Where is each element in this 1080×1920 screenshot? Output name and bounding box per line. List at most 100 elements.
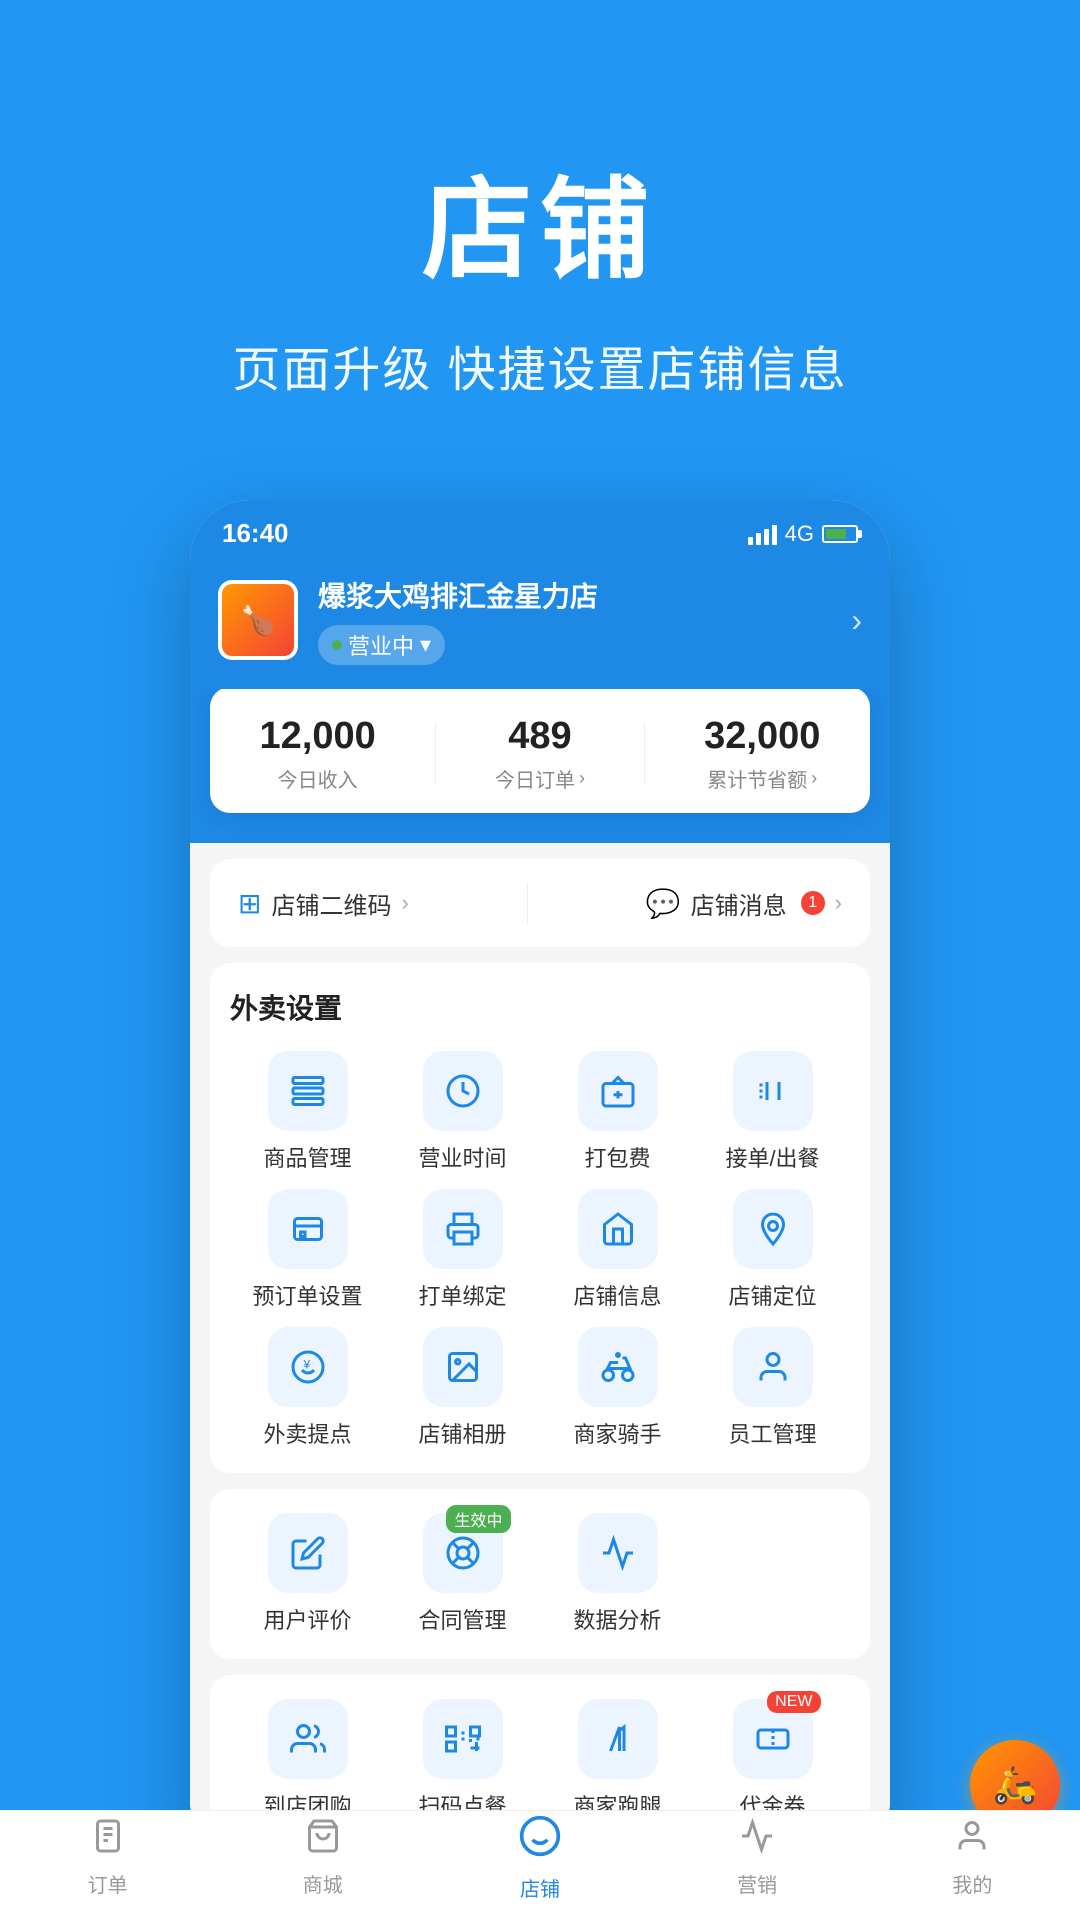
phone-frame: 16:40 4G 🍗 爆浆大鸡排汇金星力店 [190, 500, 890, 1861]
svg-text:¥: ¥ [302, 1358, 310, 1372]
order-accept-icon [733, 1051, 813, 1131]
hours-icon [423, 1051, 503, 1131]
takeaway-section-title: 外卖设置 [230, 987, 850, 1027]
quick-divider [527, 883, 528, 923]
status-time: 16:40 [222, 518, 289, 549]
grid-item-album[interactable]: 店铺相册 [385, 1327, 540, 1449]
status-bar: 16:40 4G [190, 500, 890, 559]
quick-links: ⊞ 店铺二维码 › 💬 店铺消息 1 › [210, 859, 870, 947]
stat-savings-label: 累计节省额 › [704, 764, 820, 793]
qrcode-arrow-icon: › [401, 890, 408, 916]
store-chevron-icon[interactable]: › [851, 602, 862, 639]
coupon-badge: NEW [767, 1691, 820, 1713]
takeaway-section: 外卖设置 商品管理 [210, 963, 870, 1473]
scan-icon [423, 1699, 503, 1779]
contract-icon: 生效中 [423, 1513, 503, 1593]
grid-item-packing[interactable]: 打包费 [540, 1051, 695, 1173]
grid-item-coupon[interactable]: NEW 代金券 [695, 1699, 850, 1821]
rider-label: 商家骑手 [573, 1417, 661, 1449]
grid-item-review[interactable]: 用户评价 [230, 1513, 385, 1635]
contract-badge: 生效中 [446, 1505, 510, 1533]
hero-section: 店铺 页面升级 快捷设置店铺信息 [0, 0, 1080, 460]
print-label: 打单绑定 [418, 1279, 506, 1311]
coupon-icon: NEW [733, 1699, 813, 1779]
stat-savings-value: 32,000 [704, 715, 820, 758]
takeaway-grid: 商品管理 营业时间 [230, 1051, 850, 1449]
stat-income-label: 今日收入 [260, 764, 376, 793]
store-status-label: 营业中 [348, 629, 414, 661]
grid-item-groupbuy[interactable]: 到店团购 [230, 1699, 385, 1821]
product-label: 商品管理 [263, 1141, 351, 1173]
grid-item-storeinfo[interactable]: 店铺信息 [540, 1189, 695, 1311]
stat-divider-1 [435, 723, 436, 785]
shop-tab-icon [305, 1818, 341, 1862]
tab-store[interactable]: 店铺 [518, 1814, 562, 1862]
store-logo: 🍗 [218, 580, 298, 660]
phone-content: 12,000 今日收入 489 今日订单 › 32,000 [190, 689, 890, 1861]
store-name: 爆浆大鸡排汇金星力店 [318, 575, 831, 615]
management-grid: 用户评价 生效中 合同管理 [230, 1513, 850, 1635]
signal-icon [748, 523, 777, 545]
grid-item-location[interactable]: 店铺定位 [695, 1189, 850, 1311]
analytics-icon [578, 1513, 658, 1593]
tip-icon: ¥ [268, 1327, 348, 1407]
battery-fill [826, 529, 846, 539]
grid-item-staff[interactable]: 员工管理 [695, 1327, 850, 1449]
product-icon [268, 1051, 348, 1131]
status-dot [332, 640, 342, 650]
qrcode-icon: ⊞ [238, 887, 261, 920]
grid-item-rider[interactable]: 商家骑手 [540, 1327, 695, 1449]
hours-label: 营业时间 [418, 1141, 506, 1173]
rider-icon [578, 1327, 658, 1407]
grid-item-errand[interactable]: 商家跑腿 [540, 1699, 695, 1821]
store-header: 🍗 爆浆大鸡排汇金星力店 营业中 ▾ › [190, 559, 890, 689]
chevron-down-icon: ▾ [420, 632, 431, 658]
grid-item-product[interactable]: 商品管理 [230, 1051, 385, 1173]
stat-orders-value: 489 [495, 715, 585, 758]
store-tab-icon [518, 1814, 562, 1862]
grid-item-print[interactable]: 打单绑定 [385, 1189, 540, 1311]
print-icon [423, 1189, 503, 1269]
review-label: 用户评价 [263, 1603, 351, 1635]
storeinfo-label: 店铺信息 [573, 1279, 661, 1311]
tab-marketing[interactable]: 营销 [737, 1818, 777, 1862]
errand-icon [578, 1699, 658, 1779]
stat-total-savings[interactable]: 32,000 累计节省额 › [704, 715, 820, 793]
stat-orders-label: 今日订单 › [495, 764, 585, 793]
grid-item-preorder[interactable]: 预订单设置 [230, 1189, 385, 1311]
stat-divider-2 [644, 723, 645, 785]
store-status-badge[interactable]: 营业中 ▾ [318, 625, 445, 665]
message-link[interactable]: 💬 店铺消息 1 › [646, 886, 842, 921]
stat-income-value: 12,000 [260, 715, 376, 758]
message-arrow-icon: › [835, 890, 842, 916]
grid-item-analytics[interactable]: 数据分析 [540, 1513, 695, 1635]
store-info: 爆浆大鸡排汇金星力店 营业中 ▾ [318, 575, 831, 665]
staff-icon [733, 1327, 813, 1407]
tab-bar: 订单 商城 店铺 [190, 1810, 890, 1861]
contract-label: 合同管理 [418, 1603, 506, 1635]
grid-item-hours[interactable]: 营业时间 [385, 1051, 540, 1173]
stat-daily-orders[interactable]: 489 今日订单 › [495, 715, 585, 793]
marketing-tab-icon [739, 1818, 775, 1862]
stats-card: 12,000 今日收入 489 今日订单 › 32,000 [210, 689, 870, 813]
promo-grid: 到店团购 扫码点餐 [230, 1699, 850, 1821]
battery-icon [822, 525, 858, 543]
grid-item-order[interactable]: 接单/出餐 [695, 1051, 850, 1173]
message-label: 店铺消息 [691, 886, 787, 921]
grid-item-scan[interactable]: 扫码点餐 [385, 1699, 540, 1821]
staff-label: 员工管理 [728, 1417, 816, 1449]
management-section: 用户评价 生效中 合同管理 [210, 1489, 870, 1659]
preorder-icon [268, 1189, 348, 1269]
qrcode-label: 店铺二维码 [271, 886, 391, 921]
tip-label: 外卖提点 [263, 1417, 351, 1449]
tab-shop[interactable]: 商城 [303, 1818, 343, 1862]
packing-icon [578, 1051, 658, 1131]
status-right: 4G [748, 521, 858, 547]
qrcode-link[interactable]: ⊞ 店铺二维码 › [238, 886, 409, 921]
grid-item-tip[interactable]: ¥ 外卖提点 [230, 1327, 385, 1449]
stat-daily-income: 12,000 今日收入 [260, 715, 376, 793]
grid-item-contract[interactable]: 生效中 合同管理 [385, 1513, 540, 1635]
network-label: 4G [785, 521, 814, 547]
hero-subtitle: 页面升级 快捷设置店铺信息 [0, 330, 1080, 400]
savings-arrow-icon: › [811, 768, 817, 789]
